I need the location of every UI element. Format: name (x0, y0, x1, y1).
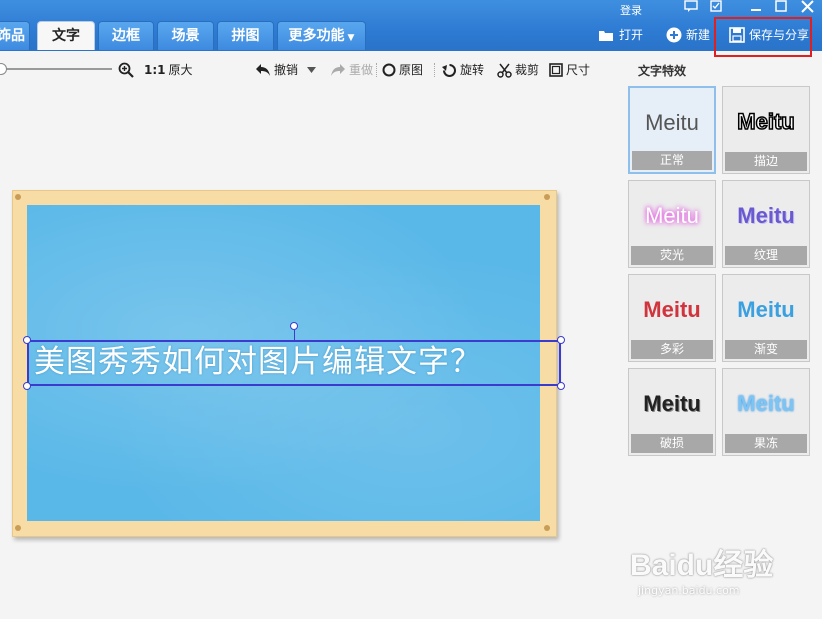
rotation-stem (294, 330, 295, 340)
frame-nail (544, 194, 550, 200)
folder-icon (599, 31, 613, 41)
login-link[interactable]: 登录 (620, 2, 642, 18)
skin-icon[interactable] (707, 0, 725, 14)
resize-handle-bottom-right[interactable] (557, 382, 565, 390)
frame-nail (15, 194, 21, 200)
tab-collage[interactable]: 拼图 (217, 21, 274, 50)
text-effects-title: 文字特效 (638, 64, 687, 78)
save-button-highlight (714, 17, 812, 57)
plus-circle-icon (666, 27, 682, 43)
zoom-slider-track[interactable] (0, 68, 112, 70)
crop-button[interactable]: 裁剪 (497, 60, 539, 80)
scissors-icon (497, 63, 512, 78)
rotate-icon (442, 63, 456, 77)
undo-icon (256, 64, 270, 76)
effect-normal[interactable]: Meitu 正常 (628, 86, 716, 174)
tab-border[interactable]: 边框 (98, 21, 154, 50)
effect-colorful[interactable]: Meitu 多彩 (628, 274, 716, 362)
minimize-icon[interactable] (747, 0, 765, 14)
new-button[interactable]: 新建 (666, 25, 710, 45)
rotate-handle[interactable] (290, 322, 298, 330)
effect-texture[interactable]: Meitu 纹理 (722, 180, 810, 268)
tab-more-features[interactable]: 更多功能 ▼ (277, 21, 366, 50)
original-image-button[interactable]: 原图 (382, 60, 423, 80)
effect-gradient[interactable]: Meitu 渐变 (722, 274, 810, 362)
original-size-button[interactable]: 1:1 原大 (144, 60, 193, 80)
rotate-button[interactable]: 旋转 (442, 60, 484, 80)
frame-nail (544, 525, 550, 531)
feedback-icon[interactable] (682, 0, 700, 14)
zoom-in-icon (118, 62, 134, 78)
resize-button[interactable]: 尺寸 (549, 60, 590, 80)
maximize-icon[interactable] (772, 0, 790, 14)
chevron-down-icon (307, 67, 316, 73)
resize-handle-bottom-left[interactable] (23, 382, 31, 390)
circle-icon (382, 63, 396, 77)
zoom-in-button[interactable] (118, 60, 134, 80)
undo-dropdown[interactable] (307, 60, 316, 80)
tab-accessories[interactable]: 饰品 (0, 21, 30, 50)
redo-icon (331, 64, 345, 76)
baidu-watermark-url: jingyan.baidu.com (638, 584, 740, 597)
text-selection-box[interactable] (27, 340, 561, 386)
effect-stroke[interactable]: Meitu 描边 (722, 86, 810, 174)
effect-glow[interactable]: Meitu 荧光 (628, 180, 716, 268)
tab-text[interactable]: 文字 (37, 21, 95, 50)
resize-handle-top-right[interactable] (557, 336, 565, 344)
effect-damaged[interactable]: Meitu 破损 (628, 368, 716, 456)
undo-button[interactable]: 撤销 (255, 60, 298, 80)
close-icon[interactable] (798, 0, 816, 14)
redo-button[interactable]: 重做 (330, 60, 373, 80)
resize-handle-top-left[interactable] (23, 336, 31, 344)
resize-icon (549, 63, 563, 77)
effect-jelly[interactable]: Meitu 果冻 (722, 368, 810, 456)
baidu-watermark: Baidu经验 (630, 549, 774, 582)
chevron-down-icon: ▼ (347, 33, 355, 43)
open-button[interactable]: 打开 (598, 25, 643, 45)
tab-scene[interactable]: 场景 (157, 21, 214, 50)
toolbar-divider (434, 63, 436, 77)
frame-nail (15, 525, 21, 531)
toolbar-divider (376, 63, 378, 77)
